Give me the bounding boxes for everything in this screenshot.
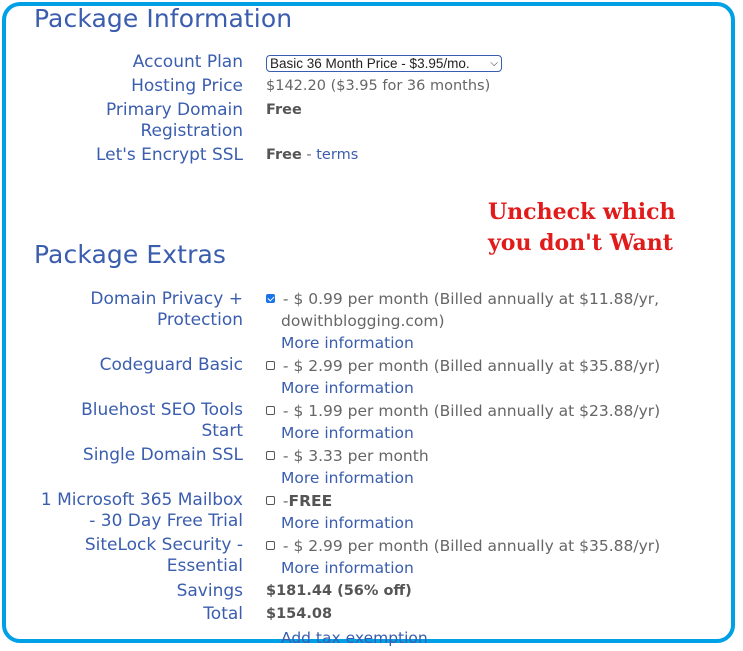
- extra-microsoft-365: -FREE More information: [266, 490, 414, 534]
- extra-domain-privacy-label: Domain Privacy + Protection: [90, 289, 243, 331]
- extra-label-line1: Codeguard Basic: [99, 355, 243, 375]
- more-information-link[interactable]: More information: [266, 377, 660, 399]
- extra-codeguard-label: Codeguard Basic: [100, 355, 243, 376]
- extra-single-ssl-label: Single Domain SSL: [83, 445, 243, 466]
- more-information-link[interactable]: More information: [266, 512, 414, 534]
- microsoft-365-checkbox[interactable]: [266, 496, 275, 505]
- extra-label-line2: Essential: [166, 556, 243, 576]
- hosting-price-label: Hosting Price: [131, 76, 243, 96]
- more-information-link[interactable]: More information: [266, 557, 660, 579]
- account-plan-select[interactable]: Basic 36 Month Price - $3.95/mo. ⌵: [266, 55, 502, 72]
- annotation-line1: Uncheck which: [488, 199, 676, 225]
- chevron-down-icon: ⌵: [490, 58, 498, 69]
- extra-label-line2: Protection: [156, 310, 243, 330]
- primary-domain-label-line2: Registration: [140, 121, 243, 141]
- package-information-title: Package Information: [34, 4, 293, 33]
- uncheck-annotation: Uncheck which you don't Want: [488, 197, 676, 259]
- ssl-terms-link[interactable]: terms: [316, 147, 358, 163]
- add-tax-exemption-link[interactable]: Add tax exemption: [281, 628, 428, 649]
- extra-domain-privacy: - $ 0.99 per month (Billed annually at $…: [266, 288, 659, 354]
- extra-label-line2: - 30 Day Free Trial: [89, 511, 243, 531]
- extra-price: - $ 2.99 per month (Billed annually at $…: [278, 537, 661, 555]
- extra-price: - $ 0.99 per month (Billed annually at $…: [278, 290, 660, 308]
- extra-label-line1: Domain Privacy +: [90, 289, 243, 309]
- domain-privacy-checkbox[interactable]: [266, 294, 275, 303]
- extra-label-line1: SiteLock Security -: [84, 535, 243, 555]
- extra-price-line2: dowithblogging.com): [281, 312, 445, 330]
- more-information-link[interactable]: More information: [266, 467, 429, 489]
- ssl-value: Free - terms: [266, 145, 358, 166]
- extra-label-line1: Single Domain SSL: [82, 445, 243, 465]
- extra-price: - $ 3.33 per month: [278, 447, 429, 465]
- extra-label-line1: 1 Microsoft 365 Mailbox: [40, 490, 243, 510]
- extra-sitelock: - $ 2.99 per month (Billed annually at $…: [266, 535, 660, 579]
- extra-sitelock-label: SiteLock Security - Essential: [85, 535, 243, 577]
- single-ssl-checkbox[interactable]: [266, 451, 275, 460]
- savings-value: $181.44 (56% off): [266, 583, 412, 599]
- primary-domain-label: Primary Domain Registration: [106, 100, 243, 142]
- savings-label: Savings: [176, 581, 243, 601]
- codeguard-checkbox[interactable]: [266, 361, 275, 370]
- extra-label-line1: Bluehost SEO Tools: [81, 400, 243, 420]
- total-value: $154.08: [266, 606, 333, 622]
- sitelock-checkbox[interactable]: [266, 541, 275, 550]
- extra-single-ssl: - $ 3.33 per month More information: [266, 445, 429, 489]
- account-plan-selected: Basic 36 Month Price - $3.95/mo.: [270, 56, 470, 71]
- ssl-label: Let's Encrypt SSL: [95, 145, 243, 165]
- more-information-link[interactable]: More information: [266, 332, 659, 354]
- primary-domain-value: Free: [266, 102, 302, 118]
- extra-price: - $ 1.99 per month (Billed annually at $…: [278, 402, 661, 420]
- package-extras-title: Package Extras: [34, 240, 226, 269]
- more-information-link[interactable]: More information: [266, 422, 660, 444]
- ssl-separator: -: [301, 147, 317, 163]
- extra-seo-tools-label: Bluehost SEO Tools Start: [81, 400, 243, 442]
- extra-codeguard: - $ 2.99 per month (Billed annually at $…: [266, 355, 660, 399]
- ssl-free: Free: [266, 147, 302, 163]
- account-plan-label: Account Plan: [132, 52, 243, 72]
- seo-tools-checkbox[interactable]: [266, 406, 275, 415]
- total-label: Total: [203, 604, 243, 624]
- extra-microsoft-365-label: 1 Microsoft 365 Mailbox - 30 Day Free Tr…: [41, 490, 243, 532]
- extra-label-line2: Start: [201, 421, 243, 441]
- extra-seo-tools: - $ 1.99 per month (Billed annually at $…: [266, 400, 660, 444]
- extra-price-prefix: -: [278, 492, 289, 510]
- annotation-line2: you don't Want: [488, 230, 673, 256]
- extra-price-free: FREE: [288, 492, 333, 510]
- hosting-price-value: $142.20 ($3.95 for 36 months): [266, 78, 491, 94]
- primary-domain-label-line1: Primary Domain: [105, 100, 243, 120]
- extra-price: - $ 2.99 per month (Billed annually at $…: [278, 357, 661, 375]
